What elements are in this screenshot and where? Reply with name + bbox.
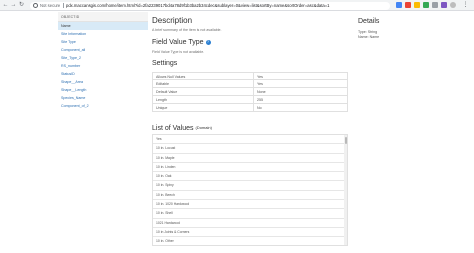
description-heading: Description	[152, 16, 193, 25]
info-icon[interactable]	[33, 3, 38, 8]
settings-value: 255	[253, 96, 263, 104]
settings-row: Allows Null Values Yes	[152, 72, 348, 81]
list-of-values[interactable]: Yes 10 in. Locust 10 in. Maple 10 in. Li…	[152, 134, 348, 246]
field-item[interactable]: Species_Name	[58, 94, 148, 102]
field-item[interactable]: Name	[58, 22, 148, 30]
settings-heading: Settings	[152, 60, 178, 67]
list-item: Yes	[153, 135, 347, 145]
settings-row: Default Value None	[152, 88, 348, 96]
field-item[interactable]: Shape__Area	[58, 78, 148, 86]
back-icon[interactable]: ←	[2, 2, 9, 9]
field-item[interactable]: Site_Type_2	[58, 54, 148, 62]
settings-value: Yes	[253, 80, 263, 88]
list-item: 10 in. Oak	[153, 172, 347, 182]
extension-icon[interactable]	[423, 2, 429, 8]
extension-icon[interactable]	[414, 2, 420, 8]
field-value-type-text: Field Value Type is not available.	[152, 50, 205, 54]
details-heading: Details	[358, 18, 380, 25]
field-value-type-heading: Field Value Type?	[152, 38, 211, 47]
security-label: Not secure	[40, 2, 61, 8]
settings-label: Default Value	[156, 90, 178, 94]
list-of-values-title: List of Values	[152, 125, 194, 132]
settings-label: Length	[156, 98, 167, 102]
list-item: 10 in. Maple	[153, 154, 347, 163]
list-item: 10 in. Shell	[153, 209, 347, 219]
settings-label: Unique	[156, 106, 168, 110]
field-list: OBJECTID Name Site Information Site Type…	[58, 12, 148, 122]
list-of-values-subtitle: (Domain)	[195, 125, 212, 130]
field-item[interactable]: Component_all	[58, 46, 148, 54]
browser-toolbar: ← → ↻ Not secure pdx.maccansgis.com/home…	[0, 0, 474, 11]
scrollbar[interactable]	[344, 135, 347, 245]
description-text: A brief summary of the item is not avail…	[152, 28, 222, 32]
address-bar[interactable]: Not secure pdx.maccansgis.com/home/item.…	[30, 1, 390, 10]
reload-icon[interactable]: ↻	[18, 2, 25, 9]
settings-value: None	[253, 88, 266, 96]
settings-table: Allows Null Values Yes Editable Yes Defa…	[152, 72, 348, 112]
field-item[interactable]: Component_of_2	[58, 102, 148, 110]
list-item: 10 in. Linden	[153, 163, 347, 173]
list-item: 10 in. Beech	[153, 191, 347, 201]
field-item[interactable]: Site Type	[58, 38, 148, 46]
field-item[interactable]: RS_number	[58, 62, 148, 70]
field-item[interactable]: Site Information	[58, 30, 148, 38]
list-item: 10 in. Other	[153, 237, 347, 245]
menu-icon[interactable]: ⋮	[462, 2, 469, 9]
extension-icon[interactable]	[441, 2, 447, 8]
list-of-values-heading: List of Values (Domain)	[152, 123, 212, 133]
profile-avatar[interactable]	[450, 2, 456, 8]
omnibox-separator	[63, 3, 64, 8]
list-item: 10 in. 1020 Hardwood	[153, 200, 347, 210]
forward-icon[interactable]: →	[10, 2, 17, 9]
details-name: Name: Name	[358, 35, 380, 39]
list-item: 10 in. Spiny	[153, 181, 347, 191]
field-value-type-title: Field Value Type	[152, 39, 204, 46]
settings-row: Editable Yes	[152, 80, 348, 88]
list-item: 10 in. Locust	[153, 144, 347, 154]
help-icon[interactable]: ?	[205, 40, 211, 45]
field-list-header[interactable]: OBJECTID	[58, 12, 148, 22]
extension-icon[interactable]	[396, 2, 402, 8]
field-item[interactable]: Shape__Length	[58, 86, 148, 94]
field-item[interactable]: StatusID	[58, 70, 148, 78]
settings-row: Length 255	[152, 96, 348, 104]
settings-label: Editable	[156, 82, 169, 86]
list-item: 1021 Hardwood	[153, 219, 347, 228]
settings-value: No	[253, 104, 262, 112]
extension-icon[interactable]	[405, 2, 411, 8]
extension-icon[interactable]	[432, 2, 438, 8]
url-text[interactable]: pdx.maccansgis.com/home/item.html?id=2fa…	[66, 3, 384, 9]
list-item: 10 in Joints & Corners	[153, 228, 347, 238]
settings-row: Unique No	[152, 104, 348, 112]
scrollbar-thumb[interactable]	[344, 137, 347, 144]
